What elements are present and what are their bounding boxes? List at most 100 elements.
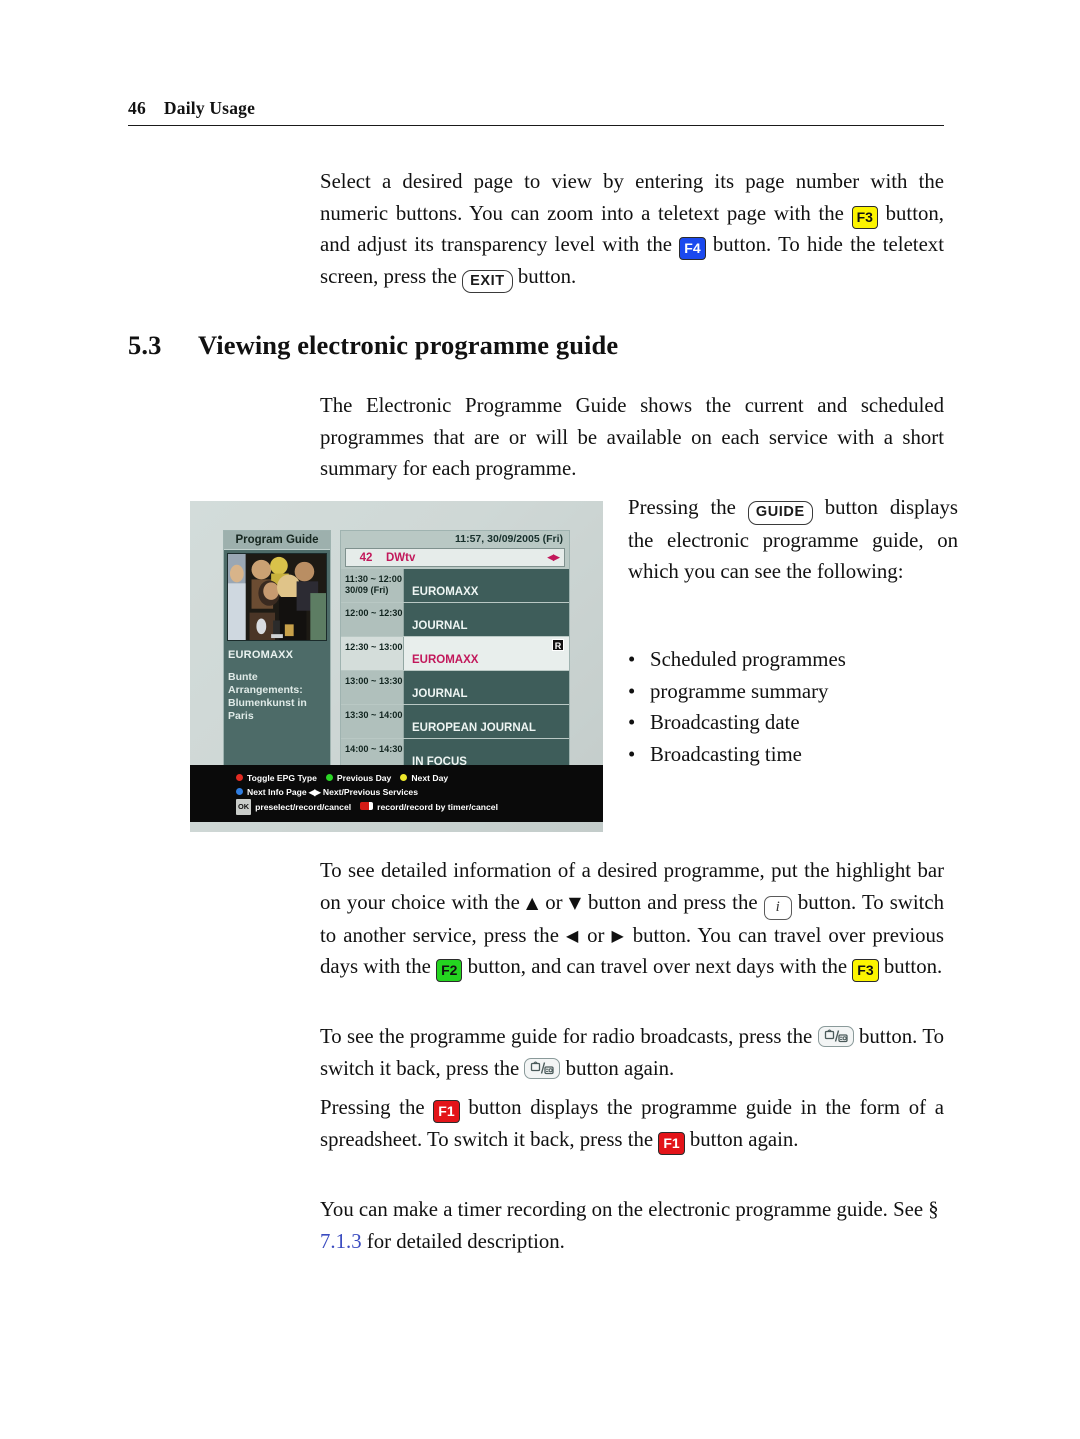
page-header: 46 Daily Usage xyxy=(128,98,944,126)
epg-row-date: 30/09 (Fri) xyxy=(345,585,389,595)
epg-programme-description: Bunte Arrangements: Blumenkunst in Paris xyxy=(228,671,330,723)
epg-row-title: JOURNAL xyxy=(403,603,569,636)
section-heading: 5.3 Viewing electronic programme guide xyxy=(128,330,944,361)
ok-key-icon: OK xyxy=(236,799,252,815)
epg-right-panel: 11:57, 30/09/2005 (Fri) 42 DWtv ◀▶ 11:30… xyxy=(340,530,570,772)
epg-schedule-row[interactable]: 13:30 ~ 14:00 EUROPEAN JOURNAL xyxy=(341,705,569,738)
help-red-label: Toggle EPG Type xyxy=(247,773,317,783)
epg-row-time-range: 11:30 ~ 12:00 xyxy=(345,574,402,584)
epg-preview-thumbnail xyxy=(227,553,327,641)
epg-panel-title: Program Guide xyxy=(224,531,330,550)
epg-schedule-row[interactable]: 12:00 ~ 12:30 JOURNAL xyxy=(341,603,569,636)
left-right-arrows-icon: ◀▶ xyxy=(308,787,321,797)
help-ok-label: preselect/record/cancel xyxy=(255,802,352,812)
epg-clock: 11:57, 30/09/2005 (Fri) xyxy=(341,531,569,548)
detail-text-7: button, and can travel over next days wi… xyxy=(462,955,853,978)
epg-row-title: R EUROMAXX xyxy=(403,637,569,670)
f1-key-button[interactable]: F1 xyxy=(658,1131,685,1155)
epg-row-time-range: 13:00 ~ 13:30 xyxy=(345,676,403,686)
help-blue-label: Next Info Page xyxy=(247,787,307,797)
down-arrow-icon: ▼ xyxy=(568,892,582,912)
blue-key-icon xyxy=(236,788,243,795)
epg-channel-number: 42 xyxy=(359,551,373,564)
description-line-2: Blumenkunst in Paris xyxy=(228,697,307,722)
page-number: 46 xyxy=(128,98,146,118)
epg-channel-selector[interactable]: 42 DWtv ◀▶ xyxy=(345,548,565,567)
tv-radio-toggle-icon[interactable] xyxy=(524,1057,561,1079)
up-arrow-icon: ▲ xyxy=(526,892,540,912)
chapter-title: Daily Usage xyxy=(163,98,256,118)
epg-row-time: 13:00 ~ 13:30 xyxy=(341,671,403,704)
epg-screenshot-figure: Program Guide EUROMAXX Bunte Arrangement… xyxy=(190,501,603,832)
yellow-key-icon xyxy=(400,774,408,781)
epg-row-time-range: 14:00 ~ 14:30 xyxy=(345,744,403,754)
spreadsheet-paragraph: Pressing the F1 button displays the prog… xyxy=(320,1092,944,1155)
help-arrows-label: Next/Previous Services xyxy=(322,787,418,797)
guide-text-1: Pressing the xyxy=(628,496,748,519)
epg-schedule-list: 11:30 ~ 12:00 30/09 (Fri) EUROMAXX 12:00… xyxy=(341,569,569,772)
thumbnail-photo-icon xyxy=(228,554,326,640)
help-yellow-label: Next Day xyxy=(411,773,449,783)
f3-key-button[interactable]: F3 xyxy=(852,959,879,982)
bullet-icon: • xyxy=(628,742,636,766)
timer-text-1: You can make a timer recording on the el… xyxy=(320,1198,939,1221)
f4-key-button[interactable]: F4 xyxy=(679,237,706,260)
epg-row-time-range: 12:30 ~ 13:00 xyxy=(345,642,403,652)
epg-schedule-row[interactable]: 11:30 ~ 12:00 30/09 (Fri) EUROMAXX xyxy=(341,569,569,602)
bullet-icon: • xyxy=(628,711,636,734)
epg-row-time-range: 12:00 ~ 12:30 xyxy=(345,608,403,618)
left-arrow-icon: ◀ xyxy=(565,925,581,945)
epg-schedule-row[interactable]: 13:00 ~ 13:30 JOURNAL xyxy=(341,671,569,704)
epg-row-time: 13:30 ~ 14:00 xyxy=(341,705,403,738)
sheet-text-1: Pressing the xyxy=(320,1096,434,1119)
detail-text-5: or xyxy=(580,923,612,947)
service-arrows-icon[interactable]: ◀▶ xyxy=(547,552,560,563)
epg-row-title: EUROMAXX xyxy=(403,569,569,602)
help-green-label: Previous Day xyxy=(336,773,392,783)
bullet-icon: • xyxy=(628,679,636,703)
f3-key-button[interactable]: F3 xyxy=(851,205,878,229)
list-item-label: programme summary xyxy=(650,679,829,703)
epg-row-time: 12:30 ~ 13:00 xyxy=(341,637,403,670)
radio-text-1: To see the programme guide for radio bro… xyxy=(320,1025,818,1048)
timer-text-2: for detailed description. xyxy=(361,1229,565,1253)
list-item: • programme summary xyxy=(628,676,958,708)
detail-text-3: button and press the xyxy=(581,890,764,914)
epg-left-panel: Program Guide EUROMAXX Bunte Arrangement… xyxy=(223,530,331,770)
epg-row-title: EUROPEAN JOURNAL xyxy=(403,705,569,738)
right-arrow-icon: ▶ xyxy=(611,925,626,945)
intro-text-4: button. xyxy=(512,264,577,288)
epg-row-time: 12:00 ~ 12:30 xyxy=(341,603,403,636)
epg-row-time: 11:30 ~ 12:00 30/09 (Fri) xyxy=(341,569,403,602)
help-line-1: Toggle EPG Type Previous Day Next Day xyxy=(236,771,603,785)
detail-text-8: button. xyxy=(878,955,943,978)
radio-guide-paragraph: To see the programme guide for radio bro… xyxy=(320,1021,944,1084)
epg-help-bar: Toggle EPG Type Previous Day Next Day Next… xyxy=(190,765,603,822)
list-item-label: Broadcasting time xyxy=(650,742,802,766)
help-record-label: record/record by timer/cancel xyxy=(377,802,498,812)
intro-text-1: Select a desired page to view by enterin… xyxy=(320,170,944,225)
epg-row-title-text: EUROMAXX xyxy=(412,654,479,666)
epg-intro-paragraph: The Electronic Programme Guide shows the… xyxy=(320,394,944,480)
help-line-3: OK preselect/record/cancel record/record b… xyxy=(236,799,603,815)
list-item-label: Scheduled programmes xyxy=(650,648,846,671)
epg-channel-name: DWtv xyxy=(386,551,416,564)
tv-radio-toggle-icon[interactable] xyxy=(817,1026,854,1047)
epg-selected-programme-name: EUROMAXX xyxy=(228,649,294,661)
record-key-icon xyxy=(360,802,374,810)
section-number: 5.3 xyxy=(128,330,162,360)
epg-schedule-row-selected[interactable]: 12:30 ~ 13:00 R EUROMAXX xyxy=(341,637,569,670)
bullet-icon: • xyxy=(628,648,636,671)
guide-key-button[interactable]: GUIDE xyxy=(747,501,813,525)
list-item: • Broadcasting date xyxy=(628,707,958,739)
description-line-1: Bunte Arrangements: xyxy=(228,671,303,696)
green-key-icon xyxy=(325,774,333,781)
info-key-button[interactable]: i xyxy=(763,895,792,920)
cross-reference-link[interactable]: 7.1.3 xyxy=(320,1230,362,1253)
red-key-icon xyxy=(236,774,243,781)
detail-paragraph: To see detailed information of a desired… xyxy=(320,855,944,983)
exit-key-button[interactable]: EXIT xyxy=(462,269,513,293)
detail-text-2: or xyxy=(539,890,569,914)
f2-key-button[interactable]: F2 xyxy=(436,959,463,982)
f1-key-button[interactable]: F1 xyxy=(433,1100,460,1123)
